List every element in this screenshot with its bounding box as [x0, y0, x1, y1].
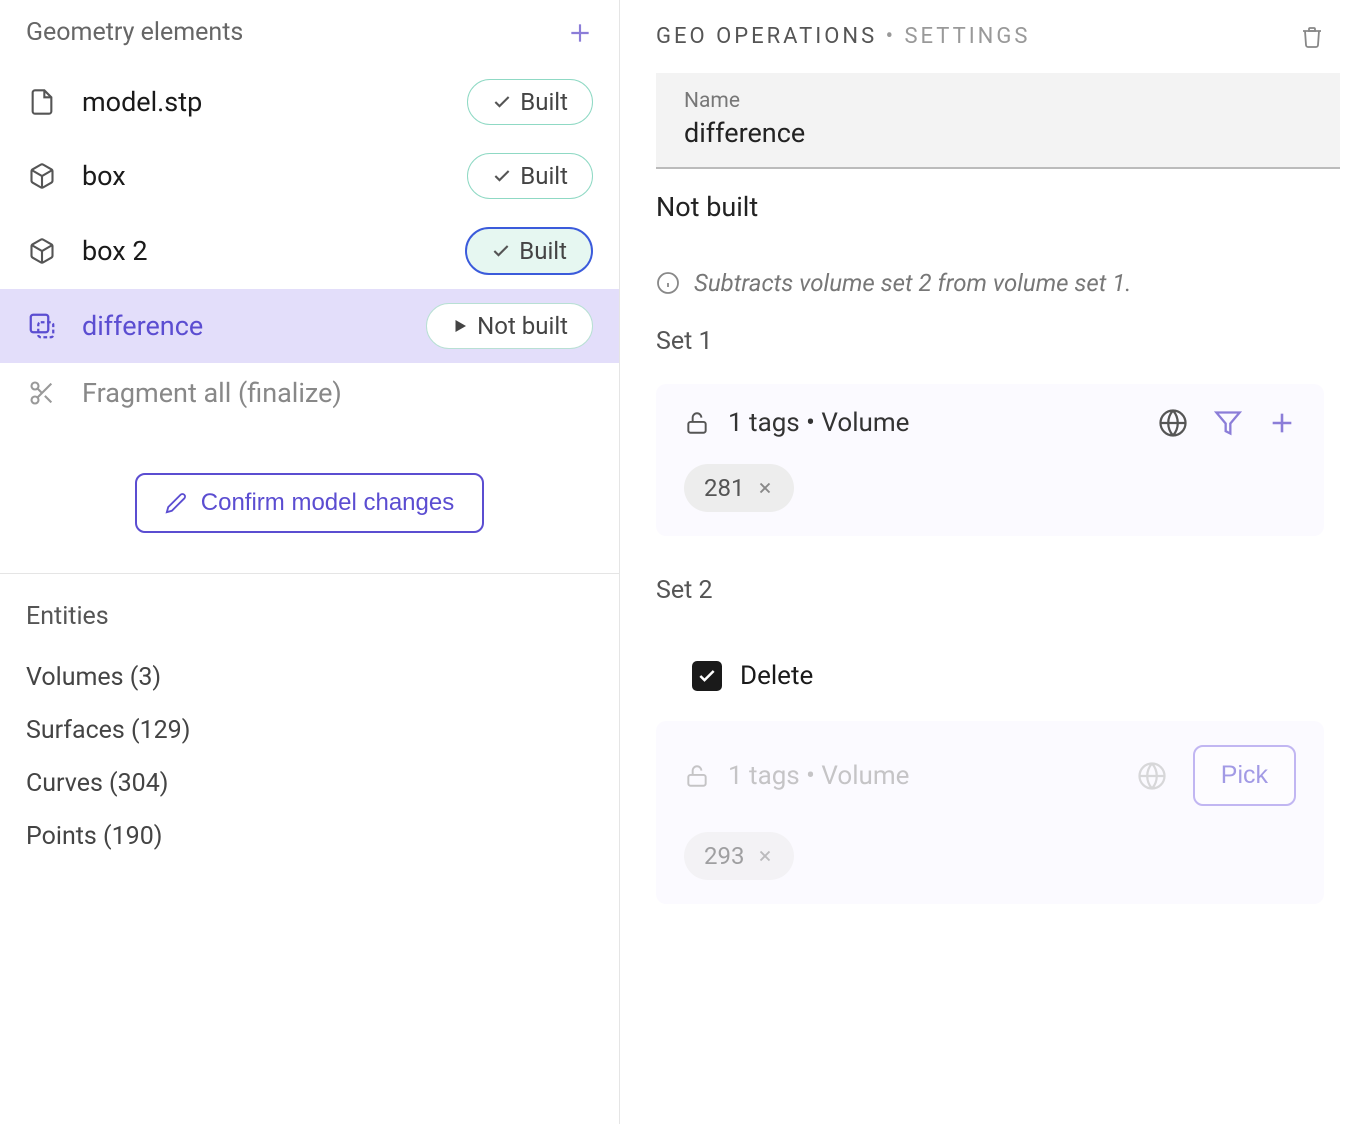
set-2-tags-text: 1 tags • Volume	[728, 761, 1119, 791]
set-2-tags-row: 1 tags • Volume Pick	[684, 745, 1296, 806]
breadcrumb-settings[interactable]: SETTINGS	[904, 24, 1030, 49]
status-notbuilt-pill[interactable]: Not built	[426, 303, 593, 349]
element-item-difference[interactable]: difference Not built	[0, 289, 619, 363]
globe-button[interactable]	[1137, 761, 1167, 791]
name-label: Name	[684, 89, 1312, 113]
build-status: Not built	[620, 169, 1360, 265]
set-2-actions: Pick	[1137, 745, 1296, 806]
right-header: GEO OPERATIONS • SETTINGS	[620, 0, 1360, 73]
close-icon	[756, 479, 774, 497]
tag-value: 293	[704, 842, 744, 870]
check-icon	[491, 241, 511, 261]
plus-icon	[1268, 409, 1296, 437]
remove-tag-button[interactable]	[756, 479, 774, 497]
status-built-pill[interactable]: Built	[467, 79, 593, 125]
check-icon	[697, 666, 717, 686]
element-label: box	[82, 160, 443, 192]
info-text: Subtracts volume set 2 from volume set 1…	[694, 269, 1131, 297]
plus-icon	[567, 20, 593, 46]
set-1-tags-text: 1 tags • Volume	[728, 408, 1140, 438]
info-row: Subtracts volume set 2 from volume set 1…	[620, 265, 1360, 317]
close-icon	[756, 847, 774, 865]
set-1-label: Set 1	[656, 327, 1324, 356]
entity-points[interactable]: Points (190)	[26, 810, 593, 863]
right-panel: GEO OPERATIONS • SETTINGS Name differenc…	[620, 0, 1360, 1124]
status-built-pill[interactable]: Built	[467, 153, 593, 199]
unlock-icon	[684, 763, 710, 789]
remove-tag-button[interactable]	[756, 847, 774, 865]
geometry-elements-title: Geometry elements	[26, 18, 243, 47]
status-built-active-pill[interactable]: Built	[465, 227, 593, 275]
set-1-tags-row: 1 tags • Volume	[684, 408, 1296, 438]
check-icon	[492, 166, 512, 186]
trash-icon	[1300, 25, 1324, 49]
set-2-label: Set 2	[656, 576, 1324, 605]
set-2-section: Set 2 Delete 1 tags • Volume	[620, 566, 1360, 934]
entities-title: Entities	[26, 602, 593, 631]
delete-row: Delete	[656, 633, 1324, 721]
status-text: Built	[519, 237, 567, 265]
add-element-button[interactable]	[567, 20, 593, 46]
lock-button[interactable]	[684, 763, 710, 789]
pencil-icon	[165, 492, 187, 514]
confirm-model-changes-button[interactable]: Confirm model changes	[135, 473, 484, 533]
element-label: difference	[82, 310, 402, 342]
cube-icon	[26, 160, 58, 192]
set-1-actions	[1158, 408, 1296, 438]
unlock-icon	[684, 410, 710, 436]
play-icon	[451, 317, 469, 335]
globe-button[interactable]	[1158, 408, 1188, 438]
set-2-card: 1 tags • Volume Pick 293	[656, 721, 1324, 904]
geometry-elements-header: Geometry elements	[0, 0, 619, 65]
pick-button[interactable]: Pick	[1193, 745, 1296, 806]
left-panel: Geometry elements model.stp Built	[0, 0, 620, 1124]
file-icon	[26, 86, 58, 118]
element-item-box-2[interactable]: box 2 Built	[0, 213, 619, 289]
globe-icon	[1137, 761, 1167, 791]
delete-label: Delete	[740, 661, 813, 691]
check-icon	[492, 92, 512, 112]
name-field[interactable]: Name difference	[656, 73, 1340, 169]
element-label: Fragment all (finalize)	[82, 377, 593, 409]
add-tag-button[interactable]	[1268, 409, 1296, 437]
globe-icon	[1158, 408, 1188, 438]
confirm-label: Confirm model changes	[201, 489, 454, 517]
tag-value: 281	[704, 474, 744, 502]
entities-section: Entities Volumes (3) Surfaces (129) Curv…	[0, 574, 619, 891]
delete-checkbox[interactable]	[692, 661, 722, 691]
entity-curves[interactable]: Curves (304)	[26, 757, 593, 810]
element-label: model.stp	[82, 86, 443, 118]
entity-surfaces[interactable]: Surfaces (129)	[26, 704, 593, 757]
tag-chip-281[interactable]: 281	[684, 464, 794, 512]
status-text: Built	[520, 88, 568, 116]
element-item-model-stp[interactable]: model.stp Built	[0, 65, 619, 139]
scissors-icon	[26, 377, 58, 409]
element-label: box 2	[82, 235, 441, 267]
set-1-card: 1 tags • Volume 281	[656, 384, 1324, 536]
status-text: Not built	[477, 312, 568, 340]
status-text: Built	[520, 162, 568, 190]
cube-icon	[26, 235, 58, 267]
element-list: model.stp Built box Built	[0, 65, 619, 423]
name-value: difference	[684, 117, 1312, 149]
filter-button[interactable]	[1214, 409, 1242, 437]
tag-chip-293[interactable]: 293	[684, 832, 794, 880]
filter-icon	[1214, 409, 1242, 437]
info-icon	[656, 271, 680, 295]
entity-volumes[interactable]: Volumes (3)	[26, 651, 593, 704]
breadcrumb: GEO OPERATIONS • SETTINGS	[656, 24, 1030, 49]
lock-button[interactable]	[684, 410, 710, 436]
pick-label: Pick	[1221, 761, 1268, 789]
element-item-fragment-all[interactable]: Fragment all (finalize)	[0, 363, 619, 423]
set-1-section: Set 1 1 tags • Volume	[620, 317, 1360, 566]
element-item-box[interactable]: box Built	[0, 139, 619, 213]
difference-icon	[26, 310, 58, 342]
delete-button[interactable]	[1300, 25, 1324, 49]
breadcrumb-geo-operations[interactable]: GEO OPERATIONS	[656, 24, 877, 49]
breadcrumb-sep: •	[877, 24, 904, 49]
